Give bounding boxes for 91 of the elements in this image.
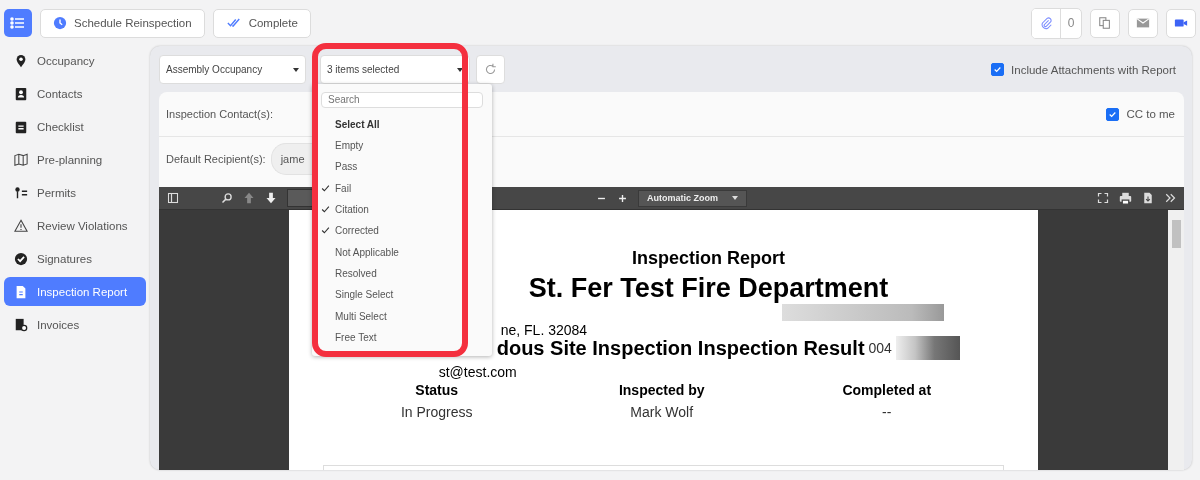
zoom-select[interactable]: Automatic Zoom bbox=[638, 189, 747, 207]
copy-button[interactable] bbox=[1090, 8, 1120, 38]
sidebar-item[interactable]: Invoices bbox=[4, 310, 146, 339]
dropdown-option[interactable]: Select All bbox=[321, 113, 380, 136]
search-field[interactable]: Search bbox=[321, 92, 483, 108]
default-recipients-label: Default Recipient(s): bbox=[166, 153, 266, 165]
sidebar-item[interactable]: Checklist bbox=[4, 112, 146, 141]
column-heading: Completed at bbox=[842, 382, 932, 398]
search-icon bbox=[221, 192, 233, 204]
zoom-in-button[interactable] bbox=[617, 192, 628, 204]
check-icon bbox=[993, 65, 1003, 74]
document-title: Inspection Report bbox=[632, 248, 785, 269]
down-arrow-icon bbox=[265, 192, 277, 204]
email-button[interactable] bbox=[1128, 8, 1158, 38]
print-button[interactable] bbox=[1119, 191, 1132, 205]
check-badge-icon bbox=[14, 251, 28, 266]
clipboard-icon bbox=[14, 119, 28, 134]
column-heading: Inspected by bbox=[618, 382, 705, 398]
occupancy-select[interactable]: Assembly Occupancy bbox=[159, 55, 306, 84]
sidebar-item[interactable]: Review Violations bbox=[4, 211, 146, 240]
sidebar-item[interactable]: Signatures bbox=[4, 244, 146, 273]
email-text: st@test.com bbox=[438, 364, 517, 380]
document-heading: dous Site Inspection Inspection Result bbox=[496, 336, 865, 360]
dropdown-option[interactable]: Empty bbox=[321, 135, 364, 157]
column-heading: Status bbox=[415, 382, 459, 398]
dropdown-option[interactable]: Fail bbox=[321, 177, 352, 199]
next-page-button[interactable] bbox=[265, 192, 277, 204]
caret-icon bbox=[293, 67, 299, 72]
caret-icon bbox=[457, 67, 463, 72]
expand-icon bbox=[1097, 192, 1109, 204]
search-button[interactable] bbox=[221, 192, 233, 204]
pin-icon bbox=[14, 53, 28, 68]
report-document-icon bbox=[14, 284, 28, 299]
copy-icon bbox=[1098, 16, 1112, 30]
printer-icon bbox=[1119, 191, 1132, 205]
more-tools-button[interactable] bbox=[1164, 192, 1176, 204]
refresh-icon bbox=[484, 63, 497, 76]
paperclip-icon bbox=[1039, 16, 1053, 30]
check-icon bbox=[1108, 109, 1118, 119]
dropdown-option[interactable]: Resolved bbox=[321, 262, 377, 285]
double-chevron-icon bbox=[1164, 192, 1176, 204]
key-list-icon bbox=[14, 185, 28, 200]
sidebar-item[interactable]: Pre-planning bbox=[4, 145, 146, 174]
previous-page-button[interactable] bbox=[243, 192, 255, 204]
list-icon bbox=[10, 15, 26, 31]
map-icon bbox=[14, 152, 28, 167]
sidebar-item[interactable]: Permits bbox=[4, 178, 146, 207]
invoice-gear-icon bbox=[14, 317, 28, 332]
sidebar-item[interactable]: Occupancy bbox=[4, 46, 146, 75]
redacted-block bbox=[895, 336, 960, 360]
attachment-count: 0 bbox=[1060, 8, 1081, 38]
column-value: Mark Wolf bbox=[630, 404, 694, 420]
column-value: In Progress bbox=[400, 404, 473, 420]
inspection-contacts-label: Inspection Contact(s): bbox=[166, 108, 273, 120]
scrollbar[interactable] bbox=[1168, 210, 1184, 470]
column-value: -- bbox=[882, 404, 892, 420]
dropdown-option[interactable]: Pass bbox=[321, 156, 358, 178]
sidebar-toggle-button[interactable] bbox=[167, 192, 179, 204]
address-text: ne, FL. 32084 bbox=[500, 322, 588, 338]
department-name: St. Fer Test Fire Department bbox=[528, 273, 889, 304]
up-arrow-icon bbox=[243, 192, 255, 204]
double-check-icon bbox=[225, 16, 242, 30]
fullscreen-button[interactable] bbox=[1097, 192, 1109, 204]
dropdown-option[interactable]: Free Text bbox=[321, 326, 377, 348]
complete-button[interactable]: Complete bbox=[212, 8, 311, 38]
envelope-icon bbox=[1135, 16, 1151, 30]
dropdown-option[interactable]: Citation bbox=[321, 198, 369, 221]
dropdown-option[interactable]: Corrected bbox=[321, 220, 379, 242]
dropdown-option[interactable]: Not Applicable bbox=[321, 241, 399, 263]
warning-icon bbox=[14, 218, 28, 233]
sidebar-toggle-icon bbox=[167, 192, 179, 204]
schedule-reinspection-button[interactable]: Schedule Reinspection bbox=[40, 8, 205, 38]
download-icon bbox=[1142, 192, 1154, 204]
dropdown-option[interactable]: Single Select bbox=[321, 284, 394, 306]
plus-icon bbox=[617, 192, 628, 204]
include-attachments-checkbox[interactable] bbox=[991, 63, 1005, 76]
sidebar-item[interactable]: Contacts bbox=[4, 79, 146, 108]
download-button[interactable] bbox=[1142, 192, 1154, 204]
caret-icon bbox=[732, 196, 738, 200]
include-attachments-label: Include Attachments with Report bbox=[1011, 63, 1176, 76]
video-button[interactable] bbox=[1166, 8, 1196, 38]
menu-button[interactable] bbox=[4, 9, 32, 37]
cc-checkbox[interactable] bbox=[1106, 107, 1120, 121]
status-multiselect[interactable]: 3 items selected bbox=[320, 55, 470, 84]
reference-number: 004 bbox=[868, 340, 892, 356]
sidebar-item[interactable]: Inspection Report bbox=[4, 277, 146, 306]
cc-label: CC to me bbox=[1126, 108, 1175, 120]
dropdown-option[interactable]: Multi Select bbox=[321, 305, 387, 327]
contact-card-icon bbox=[14, 86, 28, 101]
clock-icon bbox=[53, 16, 67, 30]
recipient-field[interactable]: jame bbox=[270, 143, 313, 175]
